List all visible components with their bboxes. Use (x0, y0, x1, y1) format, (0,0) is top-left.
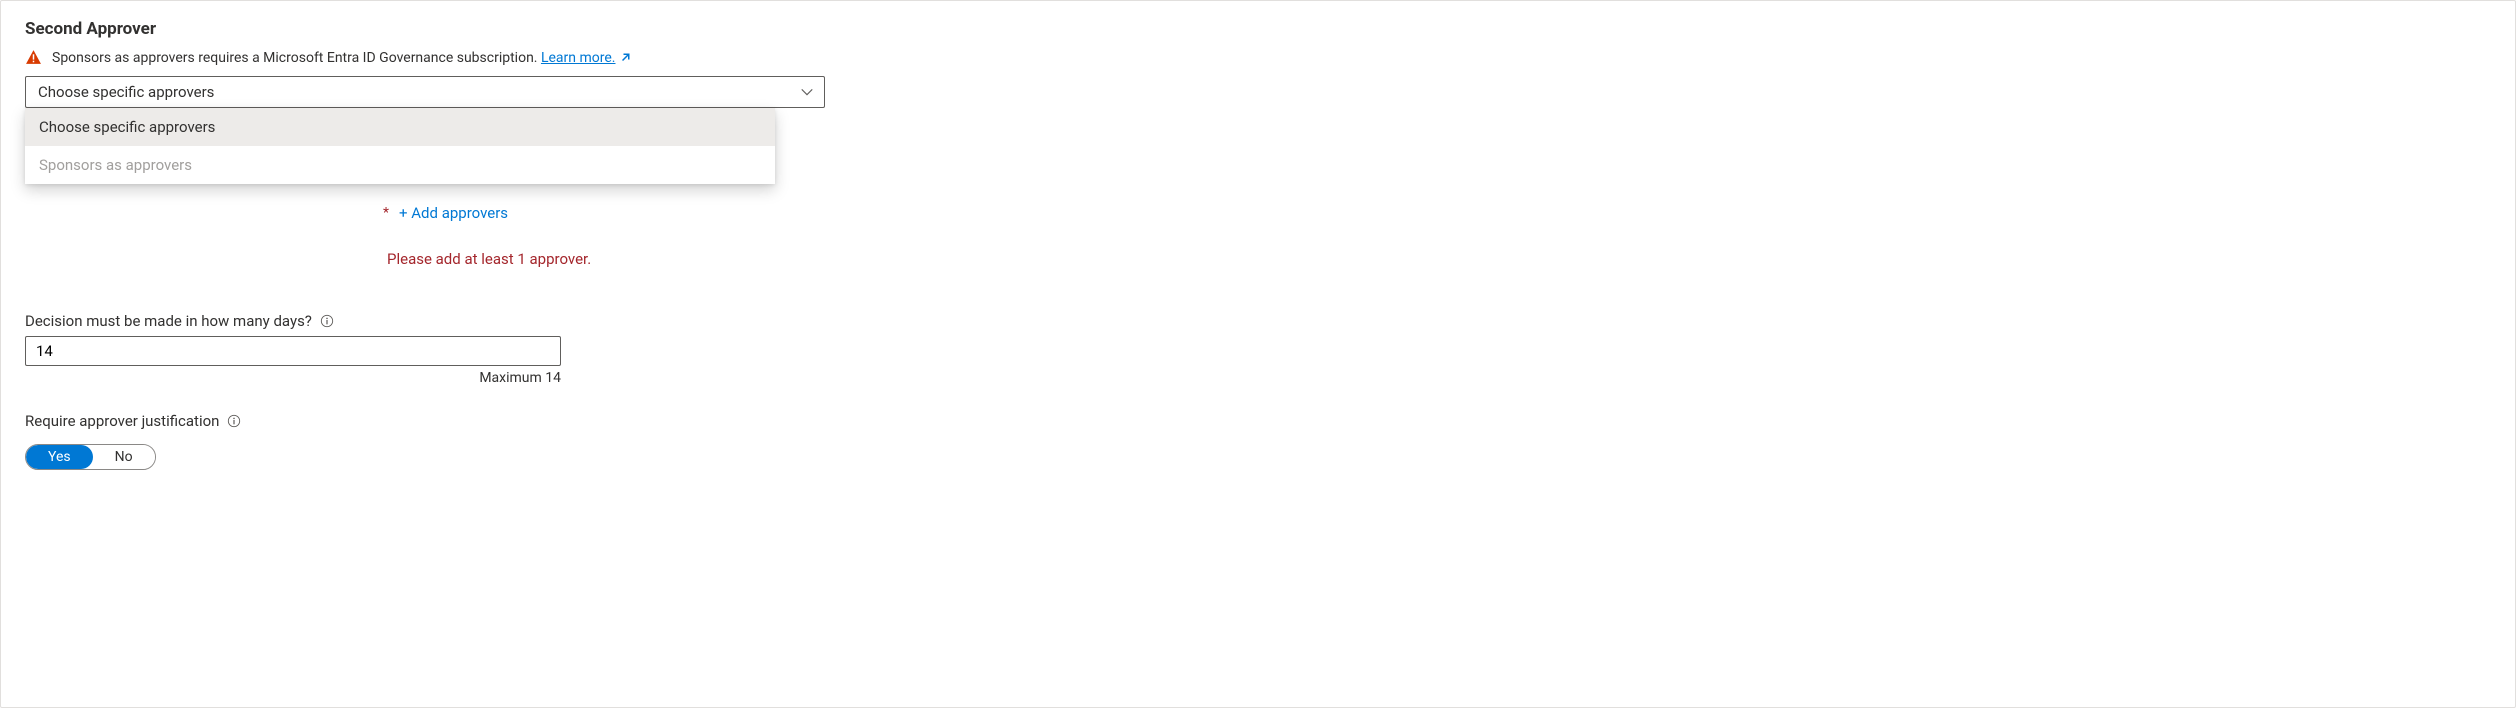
justification-field: Require approver justification Yes No (25, 412, 2491, 470)
toggle-yes[interactable]: Yes (26, 445, 93, 469)
chevron-down-icon (800, 85, 814, 99)
warning-message: Sponsors as approvers requires a Microso… (52, 50, 541, 66)
dropdown-option-choose-specific[interactable]: Choose specific approvers (25, 108, 775, 146)
warning-icon (25, 49, 42, 66)
toggle-no[interactable]: No (93, 445, 155, 469)
warning-banner: Sponsors as approvers requires a Microso… (25, 49, 2491, 66)
external-link-icon (619, 52, 631, 64)
dropdown-listbox: Choose specific approvers Sponsors as ap… (25, 108, 775, 184)
warning-text: Sponsors as approvers requires a Microso… (52, 50, 631, 66)
learn-more-label: Learn more. (541, 50, 616, 66)
info-icon[interactable] (320, 314, 334, 328)
dropdown-option-sponsors: Sponsors as approvers (25, 146, 775, 184)
approver-type-dropdown[interactable]: Choose specific approvers Choose specifi… (25, 76, 825, 108)
dropdown-selected-label: Choose specific approvers (38, 83, 214, 101)
second-approver-panel: Second Approver Sponsors as approvers re… (0, 0, 2516, 708)
required-indicator: * (383, 205, 389, 221)
validation-error: Please add at least 1 approver. (387, 250, 2491, 268)
add-approvers-link[interactable]: + Add approvers (399, 204, 508, 222)
learn-more-link[interactable]: Learn more. (541, 50, 631, 66)
decision-days-label: Decision must be made in how many days? (25, 312, 312, 330)
justification-toggle[interactable]: Yes No (25, 444, 156, 470)
decision-days-input[interactable] (25, 336, 561, 366)
decision-days-helper: Maximum 14 (25, 370, 561, 386)
section-title: Second Approver (25, 19, 2491, 39)
justification-label: Require approver justification (25, 412, 219, 430)
info-icon[interactable] (227, 414, 241, 428)
dropdown-control[interactable]: Choose specific approvers (25, 76, 825, 108)
decision-days-field: Decision must be made in how many days? … (25, 312, 2491, 386)
add-approvers-row: * + Add approvers (383, 204, 2491, 222)
